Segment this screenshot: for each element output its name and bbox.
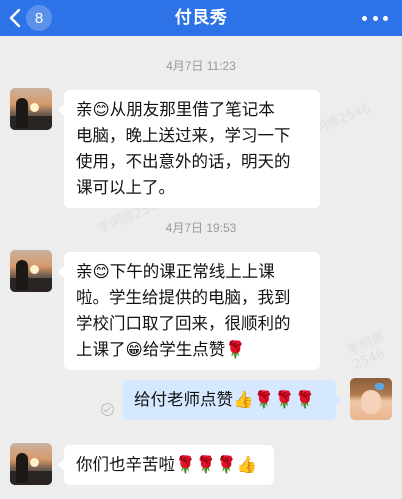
message-line: 上课了😁给学生点赞🌹 — [76, 340, 246, 359]
watermark: 李明娜2546 — [345, 330, 388, 373]
message-line: 亲😊下午的课正常线上上课 — [76, 262, 275, 281]
message-line: 亲😊从朋友那里借了笔记本 — [76, 100, 275, 119]
contact-avatar[interactable] — [10, 250, 52, 292]
message-bubble[interactable]: 亲😊从朋友那里借了笔记本 电脑，晚上送过来，学习一下 使用，不出意外的话，明天的… — [58, 90, 320, 208]
chat-title: 付艮秀 — [174, 8, 228, 28]
message-bubble[interactable]: 你们也辛苦啦🌹🌹🌹👍 — [58, 445, 274, 485]
more-dots-icon[interactable] — [362, 12, 388, 24]
message-text: 给付老师点赞👍🌹🌹🌹 — [134, 390, 316, 409]
timestamp: 4月7日 11:23 — [166, 59, 236, 73]
message-line: 使用，不出意外的话，明天的 — [76, 152, 291, 171]
message-line: 啦。学生给提供的电脑，我到 — [76, 288, 291, 307]
message-line: 电脑，晚上送过来，学习一下 — [76, 126, 291, 145]
chat-header: 8 付艮秀 — [0, 0, 402, 36]
message-bubble-sent[interactable]: 给付老师点赞👍🌹🌹🌹 — [122, 380, 342, 420]
contact-avatar[interactable] — [10, 88, 52, 130]
message-bubble[interactable]: 亲😊下午的课正常线上上课 啦。学生给提供的电脑，我到 学校门口取了回来，很顺利的… — [58, 252, 320, 370]
read-status-icon — [101, 403, 114, 416]
timestamp: 4月7日 19:53 — [165, 221, 237, 235]
message-text: 你们也辛苦啦🌹🌹🌹👍 — [76, 455, 258, 474]
my-avatar[interactable] — [350, 378, 392, 420]
message-line: 学校门口取了回来，很顺利的 — [76, 314, 291, 333]
message-line: 课可以上了。 — [76, 178, 175, 197]
contact-avatar[interactable] — [10, 443, 52, 485]
